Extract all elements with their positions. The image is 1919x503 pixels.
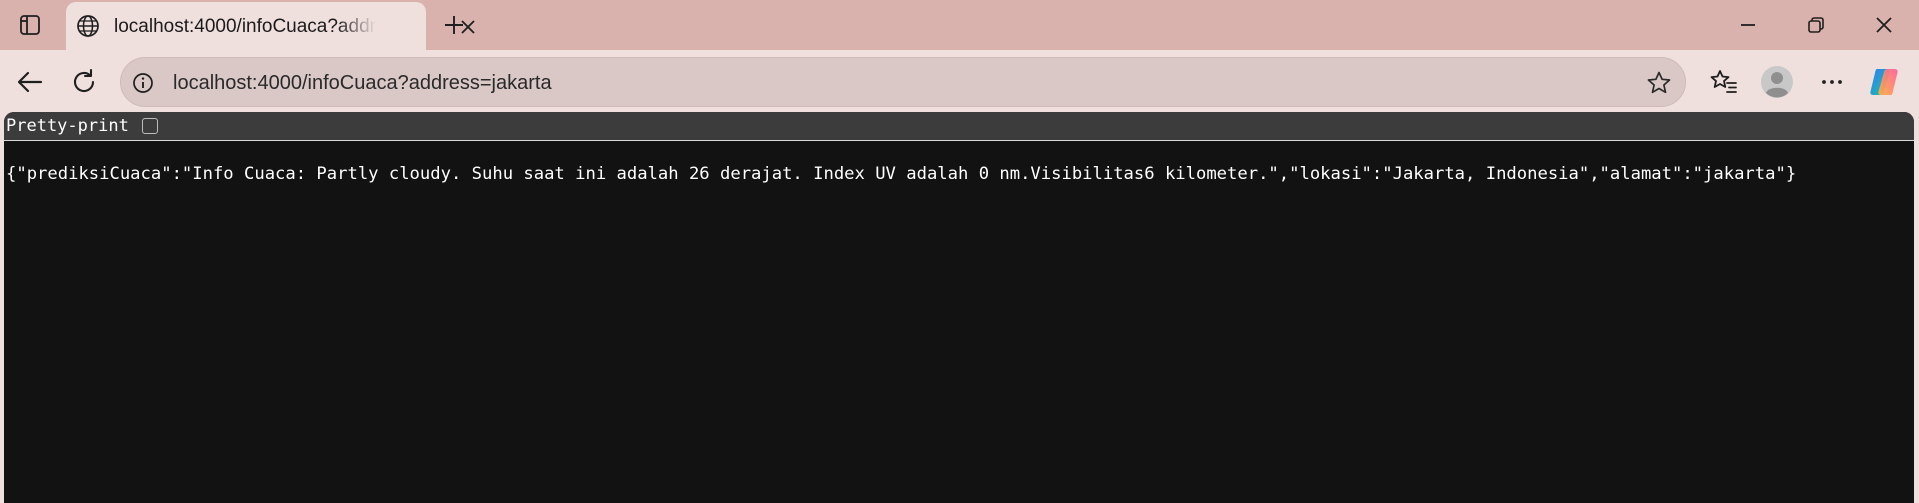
restore-icon [1808, 17, 1824, 33]
profile-button[interactable] [1757, 62, 1797, 102]
tab-actions-button[interactable] [8, 7, 52, 43]
tab-title: localhost:4000/infoCuaca?address=jakarta [114, 16, 376, 37]
pretty-print-bar: Pretty-print [4, 112, 1914, 141]
site-info-button[interactable] [131, 71, 155, 95]
tab-actions-icon [20, 15, 40, 35]
close-window-button[interactable] [1850, 0, 1918, 50]
copilot-button[interactable] [1864, 62, 1904, 102]
back-arrow-icon [17, 71, 43, 93]
restore-button[interactable] [1782, 0, 1850, 50]
more-icon [1822, 80, 1842, 84]
favorites-icon [1710, 70, 1737, 93]
globe-icon [77, 15, 99, 37]
title-bar: localhost:4000/infoCuaca?address=jakarta [0, 0, 1919, 50]
address-bar[interactable]: localhost:4000/infoCuaca?address=jakarta [120, 57, 1686, 107]
minimize-button[interactable] [1714, 0, 1782, 50]
minimize-icon [1741, 24, 1755, 26]
back-button[interactable] [10, 62, 50, 102]
refresh-icon [74, 68, 95, 93]
navigation-toolbar: localhost:4000/infoCuaca?address=jakarta [0, 50, 1919, 112]
settings-menu-button[interactable] [1812, 62, 1852, 102]
page-content: Pretty-print {"prediksiCuaca":"Info Cuac… [0, 112, 1919, 503]
active-tab[interactable]: localhost:4000/infoCuaca?address=jakarta [66, 2, 475, 50]
json-viewer: Pretty-print {"prediksiCuaca":"Info Cuac… [4, 112, 1914, 503]
star-icon [1647, 71, 1671, 94]
favorites-button[interactable] [1704, 62, 1744, 102]
pretty-print-label: Pretty-print [6, 116, 129, 136]
close-icon [1876, 17, 1892, 33]
profile-avatar-icon [1761, 66, 1793, 98]
pretty-print-checkbox[interactable] [142, 118, 158, 134]
json-response-text: {"prediksiCuaca":"Info Cuaca: Partly clo… [6, 164, 1797, 184]
info-icon [133, 73, 153, 93]
refresh-button[interactable] [64, 62, 104, 102]
copilot-icon [1870, 69, 1898, 95]
plus-icon [445, 16, 463, 34]
add-favorite-button[interactable] [1645, 69, 1673, 97]
new-tab-button[interactable] [436, 7, 472, 43]
url-text[interactable]: localhost:4000/infoCuaca?address=jakarta [173, 71, 1573, 95]
